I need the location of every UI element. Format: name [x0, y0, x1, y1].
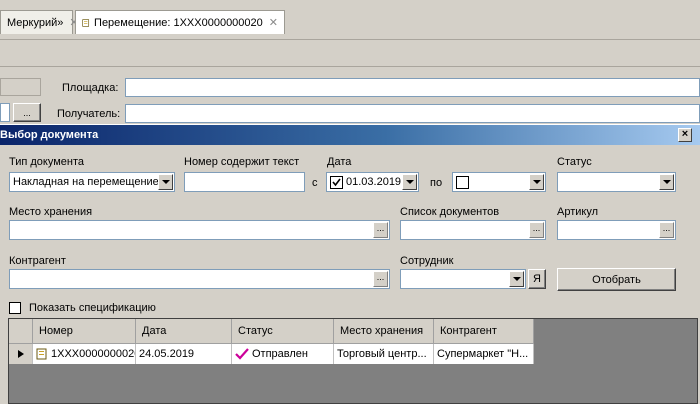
date-label: Дата	[327, 156, 352, 168]
doc-type-label: Тип документа	[9, 156, 85, 168]
chevron-down-icon[interactable]	[402, 174, 417, 190]
storage-input[interactable]: ...	[9, 220, 390, 240]
site-input[interactable]	[125, 78, 700, 97]
employee-label: Сотрудник	[400, 255, 454, 267]
recipient-input[interactable]	[125, 104, 700, 123]
date-from-picker[interactable]: 01.03.2019	[326, 172, 419, 192]
date-from-checkbox[interactable]	[330, 176, 343, 189]
article-input[interactable]: ...	[557, 220, 676, 240]
cell-counterparty: Супермаркет "Н...	[437, 348, 529, 360]
doc-type-select[interactable]: Накладная на перемещение	[9, 172, 175, 192]
chevron-down-icon[interactable]	[529, 174, 544, 190]
me-button[interactable]: Я	[528, 269, 546, 289]
column-header-storage[interactable]: Место хранения	[334, 319, 434, 344]
tab-strip: Меркурий» ✕ Перемещение: 1XXX0000000020 …	[0, 0, 700, 40]
employee-select[interactable]	[400, 269, 526, 289]
chevron-down-icon[interactable]	[659, 174, 674, 190]
dialog-titlebar[interactable]: Выбор документа	[0, 125, 700, 145]
tab-label: Перемещение: 1XXX0000000020	[94, 16, 263, 29]
site-label: Площадка:	[62, 82, 119, 94]
column-header-status[interactable]: Статус	[232, 319, 334, 344]
table-row-cell-counterparty[interactable]: Супермаркет "Н...	[434, 344, 534, 364]
doc-list-label: Список документов	[400, 206, 500, 218]
date-to-picker[interactable]	[452, 172, 546, 192]
select-button[interactable]: Отобрать	[557, 268, 676, 291]
counterparty-select-button[interactable]: ...	[373, 271, 388, 287]
date-to-checkbox[interactable]	[456, 176, 469, 189]
number-contains-input[interactable]	[184, 172, 305, 192]
status-select[interactable]	[557, 172, 676, 192]
recipient-label: Получатель:	[57, 108, 121, 120]
article-label: Артикул	[557, 206, 599, 218]
grid-corner	[9, 319, 33, 344]
storage-select-button[interactable]: ...	[373, 222, 388, 238]
doc-list-select-button[interactable]: ...	[529, 222, 544, 238]
article-select-button[interactable]: ...	[659, 222, 674, 238]
tab-mercury[interactable]: Меркурий» ✕	[0, 10, 79, 34]
current-row-icon	[17, 350, 24, 358]
cell-date: 24.05.2019	[139, 348, 195, 360]
number-contains-label: Номер содержит текст	[184, 156, 300, 168]
sender-input[interactable]	[0, 103, 10, 122]
doc-list-input[interactable]: ...	[400, 220, 546, 240]
column-header-number[interactable]: Номер	[33, 319, 136, 344]
document-icon	[36, 348, 47, 360]
counterparty-label: Контрагент	[9, 255, 66, 267]
storage-label: Место хранения	[9, 206, 93, 218]
date-to-label: по	[430, 177, 443, 189]
table-row-cell-date[interactable]: 24.05.2019	[136, 344, 232, 364]
column-header-date[interactable]: Дата	[136, 319, 232, 344]
documents-grid: Номер Дата Статус Место хранения Контраг…	[8, 318, 698, 404]
cell-number: 1XXX0000000020	[51, 348, 136, 360]
cell-storage: Торговый центр...	[337, 348, 427, 360]
table-row-cell-number[interactable]: 1XXX0000000020	[33, 344, 136, 364]
tab-transfer[interactable]: Перемещение: 1XXX0000000020 ✕	[75, 10, 285, 34]
dialog-title: Выбор документа	[0, 129, 99, 141]
select-document-dialog: Выбор документа × Тип документа Номер со…	[0, 124, 700, 404]
counterparty-input[interactable]: ...	[9, 269, 390, 289]
chevron-down-icon[interactable]	[509, 271, 524, 287]
show-spec-checkbox[interactable]	[9, 302, 21, 314]
tab-close-icon[interactable]: ✕	[269, 16, 278, 29]
table-row-cell-storage[interactable]: Торговый центр...	[334, 344, 434, 364]
date-from-value: 01.03.2019	[346, 176, 402, 188]
dialog-close-button[interactable]: ×	[678, 128, 692, 142]
checkmark-icon	[332, 178, 341, 187]
divider	[0, 66, 700, 67]
chevron-down-icon[interactable]	[158, 174, 173, 190]
sender-select-button[interactable]: ...	[13, 103, 41, 122]
column-header-counterparty[interactable]: Контрагент	[434, 319, 534, 344]
tab-label: Меркурий»	[7, 16, 64, 29]
status-label: Статус	[557, 156, 592, 168]
show-spec-label: Показать спецификацию	[29, 302, 156, 314]
checkmark-icon	[235, 348, 249, 360]
cell-status: Отправлен	[252, 348, 308, 360]
readonly-field	[0, 78, 41, 96]
row-selector[interactable]	[9, 344, 33, 364]
date-from-label: с	[312, 177, 318, 189]
document-icon	[82, 18, 90, 27]
table-row-cell-status[interactable]: Отправлен	[232, 344, 334, 364]
doc-type-value: Накладная на перемещение	[13, 176, 159, 188]
